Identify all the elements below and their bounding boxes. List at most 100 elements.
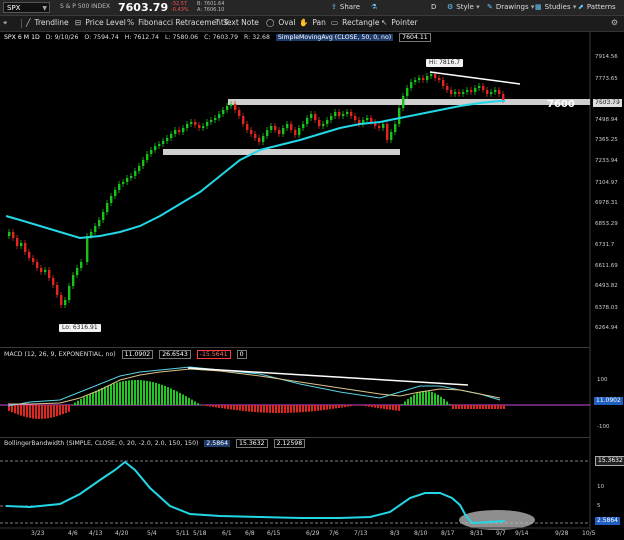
macd-histogram-bar (344, 405, 346, 408)
bb-width-line (5, 460, 506, 525)
candle-body (454, 92, 457, 94)
macd-histogram-bar (101, 387, 103, 405)
macd-histogram-bar (461, 405, 463, 409)
bb-label[interactable]: BollingerBandwidth (SIMPLE, CLOSE, 0, 20… (4, 440, 198, 447)
macd-histogram-bar (11, 405, 13, 413)
macd-histogram-bar (47, 405, 49, 419)
macd-histogram-bar (236, 405, 238, 411)
candle-body (24, 243, 27, 252)
candle-body (118, 184, 121, 190)
chart-canvas[interactable] (0, 0, 624, 540)
candle-body (462, 92, 465, 94)
candle-body (138, 166, 141, 171)
candle-body (418, 78, 421, 80)
sma-line (5, 100, 505, 240)
macd-histogram-bar (353, 405, 355, 406)
candle-body (422, 78, 425, 80)
macd-histogram-bar (296, 405, 298, 413)
macd-histogram-bar (386, 405, 388, 410)
macd-histogram-bar (290, 405, 292, 413)
candle-body (502, 94, 505, 100)
macd-histogram-bar (59, 405, 61, 416)
x-tick-label: 5/11 (176, 530, 190, 537)
macd-histogram-bar (428, 391, 430, 405)
candle-body (150, 150, 153, 154)
candle-body (318, 120, 321, 126)
macd-histogram-bar (209, 405, 211, 407)
macd-histogram-bar (308, 405, 310, 412)
macd-histogram-bar (371, 405, 373, 408)
macd-histogram-bar (341, 405, 343, 408)
macd-histogram-bar (35, 405, 37, 419)
x-tick-label: 3/23 (31, 530, 45, 537)
macd-histogram-bar (449, 404, 451, 405)
macd-histogram-bar (299, 405, 301, 413)
bb-header: BollingerBandwidth (SIMPLE, CLOSE, 0, 20… (4, 439, 309, 448)
macd-histogram-bar (305, 405, 307, 412)
macd-histogram-bar (92, 392, 94, 405)
macd-histogram-bar (323, 405, 325, 411)
macd-histogram-bar (311, 405, 313, 412)
x-tick-label: 8/3 (390, 530, 400, 537)
macd-histogram-bar (254, 405, 256, 413)
macd-histogram-bar (44, 405, 46, 419)
macd-histogram-bar (179, 392, 181, 405)
candle-body (166, 138, 169, 141)
candle-body (226, 106, 229, 110)
candle-body (106, 203, 109, 212)
macd-histogram-bar (446, 401, 448, 405)
candle-body (218, 114, 221, 118)
price-tick-label: 6978.31 (595, 200, 618, 206)
candle-body (274, 126, 277, 130)
macd-histogram-bar (20, 405, 22, 416)
macd-histogram-bar (272, 405, 274, 413)
macd-histogram-bar (470, 405, 472, 409)
macd-histogram-bar (332, 405, 334, 409)
price-tick-label: 6611.69 (595, 263, 618, 269)
bb-tag-bottom: 2.5864 (595, 517, 620, 525)
candle-body (494, 90, 497, 92)
macd-histogram-bar (38, 405, 40, 419)
price-tick-label: 7773.65 (595, 76, 618, 82)
candle-body (286, 124, 289, 128)
macd-histogram-bar (368, 405, 370, 407)
macd-histogram-bar (500, 405, 502, 409)
candle-body (52, 278, 55, 285)
candle-body (170, 134, 173, 138)
x-tick-label: 5/4 (147, 530, 157, 537)
macd-histogram-bar (404, 401, 406, 405)
macd-histogram-bar (239, 405, 241, 411)
candle-body (162, 141, 165, 144)
macd-histogram-bar (233, 405, 235, 410)
candle-body (322, 124, 325, 126)
macd-histogram-bar (188, 397, 190, 405)
macd-label[interactable]: MACD (12, 26, 9, EXPONENTIAL, no) (4, 351, 116, 358)
macd-histogram-bar (491, 405, 493, 409)
macd-histogram-bar (350, 405, 352, 407)
macd-histogram-bar (149, 381, 151, 405)
macd-histogram-bar (266, 405, 268, 413)
candle-body (126, 178, 129, 182)
macd-histogram-bar (314, 405, 316, 412)
candle-body (214, 118, 217, 120)
macd-histogram-bar (503, 405, 505, 409)
candle-body (326, 120, 329, 124)
bb-tag-top: 15.3632 (595, 456, 624, 466)
x-tick-label: 4/20 (115, 530, 129, 537)
candle-body (90, 232, 93, 236)
candle-body (64, 300, 67, 305)
candle-body (86, 236, 89, 262)
x-tick-label: 8/10 (414, 530, 428, 537)
macd-histogram-bar (473, 405, 475, 409)
macd-histogram-bar (455, 405, 457, 409)
candle-body (60, 295, 63, 305)
price-tick-label: 7365.25 (595, 137, 618, 143)
macd-histogram-bar (407, 399, 409, 405)
macd-histogram-bar (14, 405, 16, 414)
price-tick-label: 7498.94 (595, 117, 618, 123)
x-tick-label: 9/14 (515, 530, 529, 537)
macd-histogram-bar (293, 405, 295, 413)
macd-tick-label: -100 (597, 424, 610, 430)
candle-body (466, 90, 469, 92)
macd-histogram-bar (194, 401, 196, 405)
